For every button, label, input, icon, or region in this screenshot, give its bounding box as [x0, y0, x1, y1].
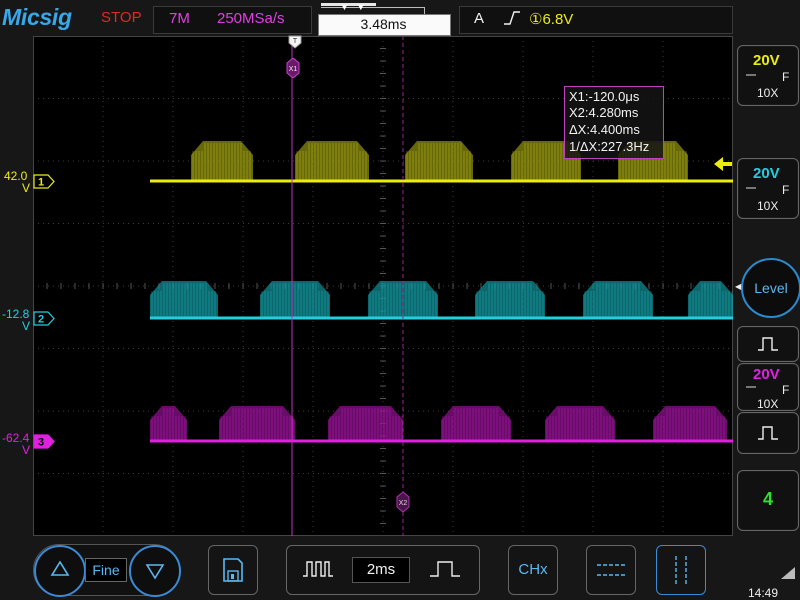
ch1-scale-button[interactable]: 20V ⎻ F 10X [737, 45, 799, 106]
cursor-delta-value: ΔX:4.400ms [569, 122, 640, 137]
pulse-icon [758, 337, 778, 351]
vertical-cursor-icon [675, 556, 687, 584]
cursor-x2-tag[interactable]: X2 [396, 492, 410, 512]
pulse-negative-button[interactable] [737, 412, 799, 454]
fine-label: Fine [92, 562, 120, 578]
ch2-scale-button[interactable]: 20V ⎻ F 10X [737, 158, 799, 219]
ch2-marker[interactable]: 2 [33, 311, 55, 326]
save-disk-icon [223, 558, 243, 582]
decrease-button[interactable] [129, 545, 181, 597]
ch3-bandwidth: F [782, 383, 790, 397]
trigger-delay-value: 3.48ms [360, 16, 407, 32]
brand-logo: Micsig [2, 4, 72, 30]
dc-coupling-icon: ⎻ [746, 384, 756, 395]
dc-coupling-icon: ⎻ [746, 185, 756, 196]
trigger-level-arrow-icon[interactable] [714, 156, 732, 172]
ch2-probe: 10X [757, 199, 779, 213]
ch3-offset-unit: V [22, 443, 31, 457]
save-button[interactable] [208, 545, 258, 595]
pulse-positive-button[interactable] [737, 326, 799, 362]
chx-label: CHx [518, 561, 548, 578]
ch4-label: 4 [762, 489, 773, 509]
ch2-bandwidth: F [782, 183, 790, 197]
ch1-bandwidth: F [782, 70, 790, 84]
memory-track [321, 7, 425, 14]
trigger-position-icon: ▼ ▼ [340, 2, 366, 12]
cursor-x1-tag[interactable]: X1 [286, 58, 300, 78]
level-left-arrow-icon: ◀ [735, 282, 742, 291]
sample-rate: 250MSa/s [217, 10, 285, 27]
timebase-value: 2ms [366, 561, 396, 578]
horizontal-cursor-icon [597, 564, 625, 576]
svg-text:1: 1 [38, 177, 44, 189]
pulse-icon [758, 426, 778, 440]
ch2-volts-div: 20V [753, 165, 780, 182]
cursor-x1-value: X1:-120.0μs [569, 89, 640, 104]
vertical-cursor-button[interactable] [656, 545, 706, 595]
svg-text:3: 3 [38, 437, 44, 449]
memory-depth: 7M [169, 10, 190, 27]
horizontal-cursor-button[interactable] [586, 545, 636, 595]
timebase-increase-button[interactable] [414, 546, 476, 592]
increase-button[interactable] [34, 545, 86, 597]
trigger-mode: A [474, 10, 485, 27]
ch2-offset-unit: V [22, 319, 31, 333]
fine-toggle[interactable]: Fine [85, 558, 127, 582]
level-knob-button[interactable]: Level [741, 258, 800, 318]
wifi-icon [781, 567, 795, 579]
triangle-down-icon [145, 564, 165, 580]
ch1-marker[interactable]: 1 [33, 174, 55, 189]
svg-text:X1: X1 [289, 66, 298, 73]
triangle-up-icon [50, 560, 70, 576]
svg-text:2: 2 [38, 314, 44, 326]
trigger-source-level: ①6.8V [529, 11, 574, 28]
dc-coupling-icon: ⎻ [746, 72, 756, 83]
ch1-volts-div: 20V [753, 52, 780, 69]
svg-text:T: T [293, 38, 298, 45]
cursor-x2-value: X2:4.280ms [569, 105, 639, 120]
svg-text:X2: X2 [399, 500, 408, 507]
trigger-point-icon: T [288, 35, 302, 49]
run-stop-status[interactable]: STOP [101, 9, 142, 26]
ch3-volts-div: 20V [753, 366, 780, 383]
rising-edge-icon [504, 11, 520, 25]
cursor-frequency-value: 1/ΔX:227.3Hz [569, 139, 650, 154]
ch3-marker[interactable]: 3 [33, 434, 55, 449]
timebase-value-box[interactable]: 2ms [352, 557, 410, 583]
level-label: Level [754, 280, 788, 296]
ch4-button[interactable]: 4 [737, 470, 799, 531]
ch3-scale-button[interactable]: 20V ⎻ F 10X [737, 363, 799, 411]
cursor-measurement-box[interactable]: X1:-120.0μs X2:4.280ms ΔX:4.400ms 1/ΔX:2… [564, 86, 664, 159]
ch3-probe: 10X [757, 397, 779, 411]
ch1-probe: 10X [757, 86, 779, 100]
dense-pulse-icon [303, 561, 333, 577]
trigger-settings[interactable] [459, 6, 733, 34]
timebase-decrease-button[interactable] [287, 546, 349, 592]
channel-select-button[interactable]: CHx [508, 545, 558, 595]
wide-pulse-icon [430, 561, 460, 577]
system-clock: 14:49 [748, 586, 779, 600]
ch1-offset-unit: V [22, 181, 31, 195]
